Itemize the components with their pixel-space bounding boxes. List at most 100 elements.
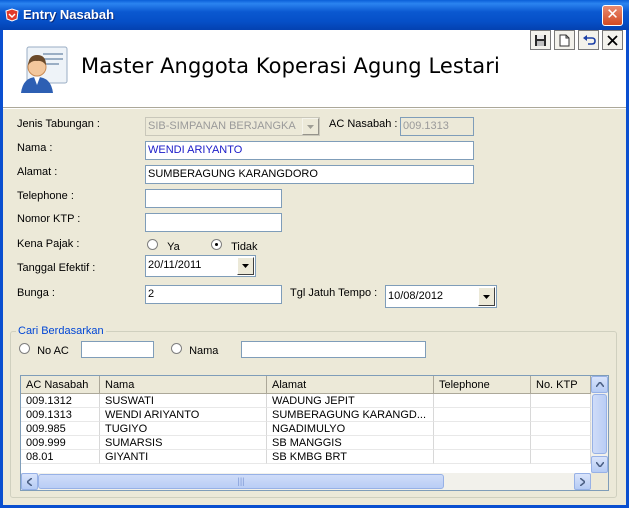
search-no-ac-input[interactable] (81, 341, 154, 358)
header-divider (3, 107, 626, 109)
jatuh-tempo-dropdown-button[interactable] (478, 287, 495, 306)
jenis-tabungan-dropdown-button (302, 118, 319, 135)
jatuh-tempo-label: Tgl Jatuh Tempo : (290, 287, 378, 299)
cell-telephone (434, 436, 531, 450)
search-nama-radio[interactable] (171, 343, 182, 354)
grid-horizontal-scrollbar[interactable]: ||| (21, 473, 591, 490)
nama-field[interactable]: WENDI ARIYANTO (145, 141, 474, 160)
ktp-label: Nomor KTP : (17, 213, 81, 225)
cell-telephone (434, 408, 531, 422)
scroll-left-button[interactable] (21, 473, 38, 490)
search-nama-label: Nama (189, 345, 219, 357)
telephone-label: Telephone : (17, 190, 74, 202)
cell-ktp (531, 450, 591, 464)
horizontal-scroll-thumb[interactable]: ||| (38, 474, 444, 489)
chevron-up-icon (595, 382, 604, 387)
cell-ktp (531, 436, 591, 450)
undo-button[interactable] (578, 30, 599, 50)
page-title: Master Anggota Koperasi Agung Lestari (81, 54, 500, 78)
header-panel: Master Anggota Koperasi Agung Lestari (3, 30, 626, 107)
pajak-ya-radio[interactable] (147, 239, 158, 250)
tanggal-efektif-value: 20/11/2011 (148, 259, 202, 271)
cell-alamat: SB KMBG BRT (267, 450, 434, 464)
cell-ac: 009.1312 (21, 394, 100, 408)
nasabah-grid[interactable]: AC Nasabah Nama Alamat Telephone No. KTP… (20, 375, 609, 491)
telephone-field[interactable] (145, 189, 282, 208)
table-row[interactable]: 009.985 TUGIYO NGADIMULYO (21, 422, 591, 436)
pajak-tidak-label: Tidak (231, 241, 258, 253)
new-icon (559, 34, 570, 46)
scroll-down-button[interactable] (591, 456, 608, 473)
chevron-down-icon (483, 294, 490, 299)
nama-label: Nama : (17, 142, 53, 154)
cell-ac: 009.999 (21, 436, 100, 450)
jatuh-tempo-value: 10/08/2012 (388, 290, 444, 302)
ac-nasabah-field: 009.1313 (400, 117, 474, 136)
tanggal-efektif-dropdown-button[interactable] (237, 257, 254, 275)
search-legend: Cari Berdasarkan (16, 325, 106, 337)
pajak-tidak-radio[interactable] (211, 239, 222, 250)
app-icon (5, 8, 19, 22)
search-nama-input[interactable] (241, 341, 426, 358)
close-icon (607, 34, 618, 46)
search-nama-option[interactable]: Nama (171, 343, 218, 357)
pajak-ya-label: Ya (167, 241, 180, 253)
jenis-tabungan-label: Jenis Tabungan : (17, 118, 100, 130)
scroll-up-button[interactable] (591, 376, 608, 393)
cell-alamat: NGADIMULYO (267, 422, 434, 436)
jenis-tabungan-select: SIB-SIMPANAN BERJANGKA (145, 117, 320, 136)
chevron-down-icon (595, 462, 604, 467)
chevron-left-icon (27, 477, 32, 486)
window-close-button[interactable]: ✕ (602, 5, 623, 26)
bunga-field[interactable]: 2 (145, 285, 282, 304)
table-row[interactable]: 009.1312 SUSWATI WADUNG JEPIT (21, 394, 591, 408)
scroll-right-button[interactable] (574, 473, 591, 490)
cell-telephone (434, 394, 531, 408)
search-no-ac-radio[interactable] (19, 343, 30, 354)
search-no-ac-option[interactable]: No AC (19, 343, 69, 357)
window-title: Entry Nasabah (23, 7, 115, 22)
table-row[interactable]: 08.01 GIYANTI SB KMBG BRT (21, 450, 591, 464)
vertical-scroll-thumb[interactable] (592, 394, 607, 454)
save-icon (535, 34, 546, 46)
search-no-ac-label: No AC (37, 345, 69, 357)
grid-header-cell[interactable]: Telephone (434, 376, 531, 394)
user-card-icon (21, 46, 68, 93)
grid-vertical-scrollbar[interactable] (591, 376, 608, 473)
ac-nasabah-label: AC Nasabah : (329, 118, 398, 130)
pajak-ya-option[interactable]: Ya (147, 239, 180, 253)
undo-icon (582, 34, 596, 45)
cell-telephone (434, 422, 531, 436)
kena-pajak-label: Kena Pajak : (17, 238, 80, 250)
pajak-tidak-option[interactable]: Tidak (211, 239, 258, 253)
cell-nama: SUMARSIS (100, 436, 267, 450)
cell-ktp (531, 422, 591, 436)
new-button[interactable] (554, 30, 575, 50)
alamat-field[interactable]: SUMBERAGUNG KARANGDORO (145, 165, 474, 184)
grid-header-cell[interactable]: No. KTP (531, 376, 591, 394)
close-form-button[interactable] (602, 30, 623, 50)
cell-nama: WENDI ARIYANTO (100, 408, 267, 422)
alamat-label: Alamat : (17, 166, 58, 178)
chevron-down-icon (242, 264, 249, 268)
cell-ac: 08.01 (21, 450, 100, 464)
grid-header-cell[interactable]: Nama (100, 376, 267, 394)
jenis-tabungan-value: SIB-SIMPANAN BERJANGKA (148, 120, 296, 132)
cell-ktp (531, 408, 591, 422)
grid-header-cell[interactable]: AC Nasabah (21, 376, 100, 394)
title-bar[interactable]: Entry Nasabah ✕ (0, 0, 629, 30)
tanggal-efektif-label: Tanggal Efektif : (17, 262, 96, 274)
cell-ac: 009.985 (21, 422, 100, 436)
save-button[interactable] (530, 30, 551, 50)
cell-alamat: SB MANGGIS (267, 436, 434, 450)
cell-nama: GIYANTI (100, 450, 267, 464)
chevron-right-icon (580, 477, 585, 486)
cell-alamat: WADUNG JEPIT (267, 394, 434, 408)
cell-nama: TUGIYO (100, 422, 267, 436)
ktp-field[interactable] (145, 213, 282, 232)
cell-ktp (531, 394, 591, 408)
table-row[interactable]: 009.999 SUMARSIS SB MANGGIS (21, 436, 591, 450)
table-row[interactable]: 009.1313 WENDI ARIYANTO SUMBERAGUNG KARA… (21, 408, 591, 422)
grid-header: AC Nasabah Nama Alamat Telephone No. KTP (21, 376, 591, 394)
grid-header-cell[interactable]: Alamat (267, 376, 434, 394)
